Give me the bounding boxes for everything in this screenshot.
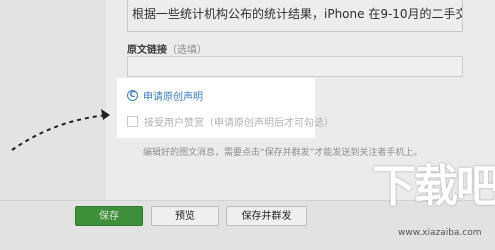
watermark-main: 下载吧 [372,161,495,212]
source-link-optional: （选填） [167,45,207,56]
watermark-logo: 下载吧 www.xiazaiba.com [372,150,495,246]
reward-hint: （申请原创声明后才可勾选） [204,118,334,129]
preview-button[interactable]: 预览 [151,206,219,226]
summary-textarea[interactable]: 根据一些统计机构公布的统计结果，iPhone 在9-10月的二手交易 [127,0,463,32]
summary-text: 根据一些统计机构公布的统计结果，iPhone 在9-10月的二手交易 [132,7,463,21]
dashed-arrow-icon [11,109,110,151]
original-declaration-link[interactable]: C 申请原创声明 [127,88,203,103]
source-link-label-text: 原文链接 [127,45,167,56]
original-declaration-label: 申请原创声明 [143,92,203,103]
save-and-publish-button[interactable]: 保存并群发 [226,206,307,226]
source-link-label: 原文链接（选填） [127,41,207,56]
source-link-input[interactable] [127,56,463,77]
reward-label: 接受用户赞赏 [144,118,204,129]
reward-option[interactable]: 接受用户赞赏 （申请原创声明后才可勾选） [127,114,334,129]
highlight-box [117,78,315,138]
save-button[interactable]: 保存 [75,206,143,226]
watermark-site: www.xiazaiba.com [398,228,482,238]
